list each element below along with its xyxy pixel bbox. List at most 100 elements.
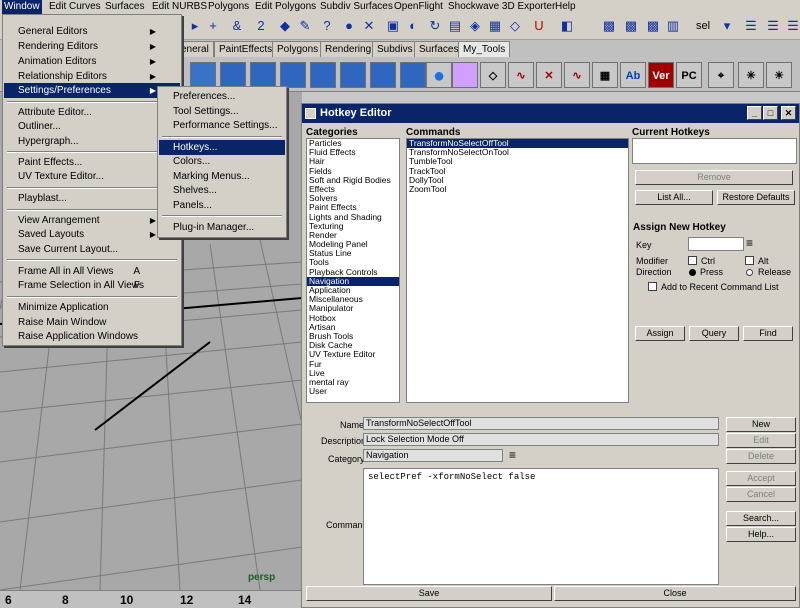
plus-icon[interactable]: +: [204, 17, 222, 35]
trim-icon[interactable]: [400, 62, 426, 88]
minimize-button[interactable]: _: [747, 106, 762, 120]
wire-cube-icon[interactable]: ◇: [480, 62, 506, 88]
alt-checkbox[interactable]: [745, 256, 754, 265]
list-item[interactable]: ZoomTool: [407, 184, 628, 194]
restore-defaults-button[interactable]: Restore Defaults: [717, 190, 795, 205]
tab-subdivs[interactable]: Subdivs: [372, 41, 418, 57]
menu-polygons[interactable]: Polygons: [206, 0, 251, 14]
menu-item-raise-application-windows[interactable]: Raise Application Windows: [4, 329, 180, 344]
boundary-icon[interactable]: [340, 62, 366, 88]
menu-item-outliner[interactable]: Outliner...: [4, 119, 180, 134]
menu-item-performance-settings[interactable]: Performance Settings...: [159, 118, 285, 133]
category-field[interactable]: Navigation: [363, 449, 503, 462]
name-field[interactable]: TransformNoSelectOffTool: [363, 417, 719, 430]
abc-icon[interactable]: Ab: [620, 62, 646, 88]
camera-icon[interactable]: ◧: [558, 17, 576, 35]
sphere-icon[interactable]: ●: [340, 17, 358, 35]
frame-icon[interactable]: ▥: [664, 17, 682, 35]
search-button[interactable]: Search...: [726, 511, 796, 526]
menu-item-frame-all[interactable]: Frame All in All Views A: [4, 264, 180, 279]
channel-icon[interactable]: ☰: [784, 17, 800, 35]
list-icon[interactable]: ☰: [742, 17, 760, 35]
nurbs-plane-icon[interactable]: [190, 62, 216, 88]
menu-item-raise-main-window[interactable]: Raise Main Window: [4, 315, 180, 330]
categories-list[interactable]: Particles Fluid Effects Hair Fields Soft and…: [306, 138, 400, 403]
key-dropdown-icon[interactable]: ≡: [746, 236, 753, 250]
commands-list[interactable]: TransformNoSelectOffTool TransformNoSelec…: [406, 138, 629, 403]
menu-item-colors[interactable]: Colors...: [159, 154, 285, 169]
sun-icon[interactable]: ☀: [766, 62, 792, 88]
menu-edit-curves[interactable]: Edit Curves: [47, 0, 103, 14]
cube-shelf-icon[interactable]: [452, 62, 478, 88]
menu-item-frame-selection[interactable]: Frame Selection in All Views F: [4, 278, 180, 293]
menu-edit-polygons[interactable]: Edit Polygons: [253, 0, 318, 14]
query-button[interactable]: Query: [689, 326, 739, 341]
add-recent-checkbox[interactable]: [648, 282, 657, 291]
plane-icon[interactable]: ◈: [466, 17, 484, 35]
lasso-icon[interactable]: &: [228, 17, 246, 35]
ep-curve-icon[interactable]: ✕: [536, 62, 562, 88]
edit-button[interactable]: Edit: [726, 433, 796, 448]
render-globals-icon[interactable]: ▩: [644, 17, 662, 35]
key-input[interactable]: [688, 237, 744, 251]
planar-icon[interactable]: [370, 62, 396, 88]
scale-icon[interactable]: ◇: [506, 17, 524, 35]
curve-shelf-icon[interactable]: ∿: [508, 62, 534, 88]
question-icon[interactable]: ?: [318, 17, 336, 35]
tab-painteffects[interactable]: PaintEffects: [214, 41, 278, 57]
snap-icon[interactable]: ✕: [360, 17, 378, 35]
select-icon[interactable]: ▸: [186, 17, 204, 35]
menu-item-panels[interactable]: Panels...: [159, 198, 285, 213]
light-icon[interactable]: ✳: [738, 62, 764, 88]
maximize-button[interactable]: □: [763, 106, 778, 120]
menu-edit-nurbs[interactable]: Edit NURBS: [150, 0, 209, 14]
render-icon[interactable]: ▤: [446, 17, 464, 35]
magnet-icon[interactable]: U: [530, 17, 548, 35]
cancel-button[interactable]: Cancel: [726, 487, 796, 502]
close-button[interactable]: Close: [554, 586, 796, 601]
menu-item-paint-effects[interactable]: Paint Effects...: [4, 155, 180, 170]
menu-item-attribute-editor[interactable]: Attribute Editor...: [4, 105, 180, 120]
menu-window[interactable]: Window: [2, 0, 42, 14]
clapboard-icon[interactable]: ▩: [600, 17, 618, 35]
curve-icon[interactable]: 2: [252, 17, 270, 35]
cube-icon[interactable]: ◆: [276, 17, 294, 35]
bevel-icon[interactable]: [310, 62, 336, 88]
menu-shockwave[interactable]: Shockwave 3D Exporter: [446, 0, 557, 14]
history-icon[interactable]: ↻: [426, 17, 444, 35]
menu-surfaces[interactable]: Surfaces: [103, 0, 146, 14]
menu-item-rendering-editors[interactable]: Rendering Editors ▶: [4, 39, 180, 54]
help-button[interactable]: Help...: [726, 527, 796, 542]
pencil-curve-icon[interactable]: ∿: [564, 62, 590, 88]
delete-button[interactable]: Delete: [726, 449, 796, 464]
save-button[interactable]: Save: [306, 586, 552, 601]
grid-icon[interactable]: ▦: [486, 17, 504, 35]
sphere-shelf-icon[interactable]: ●: [426, 62, 452, 88]
description-field[interactable]: Lock Selection Mode Off: [363, 433, 719, 446]
ver-icon[interactable]: Ver: [648, 62, 674, 88]
menu-item-save-current-layout[interactable]: Save Current Layout...: [4, 242, 180, 257]
menu-item-plugin-manager[interactable]: Plug-in Manager...: [159, 220, 285, 235]
menu-item-tool-settings[interactable]: Tool Settings...: [159, 104, 285, 119]
ipr-icon[interactable]: ▩: [622, 17, 640, 35]
menu-help[interactable]: Help: [553, 0, 578, 14]
menu-item-shelves[interactable]: Shelves...: [159, 183, 285, 198]
selection-field[interactable]: sel: [690, 17, 716, 35]
menu-item-settings-preferences[interactable]: Settings/Preferences ▶: [4, 83, 180, 98]
revolve-icon[interactable]: [250, 62, 276, 88]
find-button[interactable]: Find: [743, 326, 793, 341]
tab-polygons[interactable]: Polygons: [272, 41, 324, 57]
ctrl-checkbox[interactable]: [688, 256, 697, 265]
new-button[interactable]: New: [726, 417, 796, 432]
menu-openflight[interactable]: OpenFlight: [392, 0, 445, 14]
extrude-icon[interactable]: [280, 62, 306, 88]
ik-icon[interactable]: ⌖: [708, 62, 734, 88]
loft-icon[interactable]: [220, 62, 246, 88]
menu-item-preferences[interactable]: Preferences...: [159, 89, 285, 104]
menu-item-view-arrangement[interactable]: View Arrangement ▶: [4, 213, 180, 228]
dropdown-icon[interactable]: ▾: [718, 17, 736, 35]
pc-icon[interactable]: PC: [676, 62, 702, 88]
menu-item-minimize-application[interactable]: Minimize Application: [4, 300, 180, 315]
toggle-icon[interactable]: ◐: [404, 17, 422, 35]
menu-item-playblast[interactable]: Playblast...: [4, 191, 180, 206]
